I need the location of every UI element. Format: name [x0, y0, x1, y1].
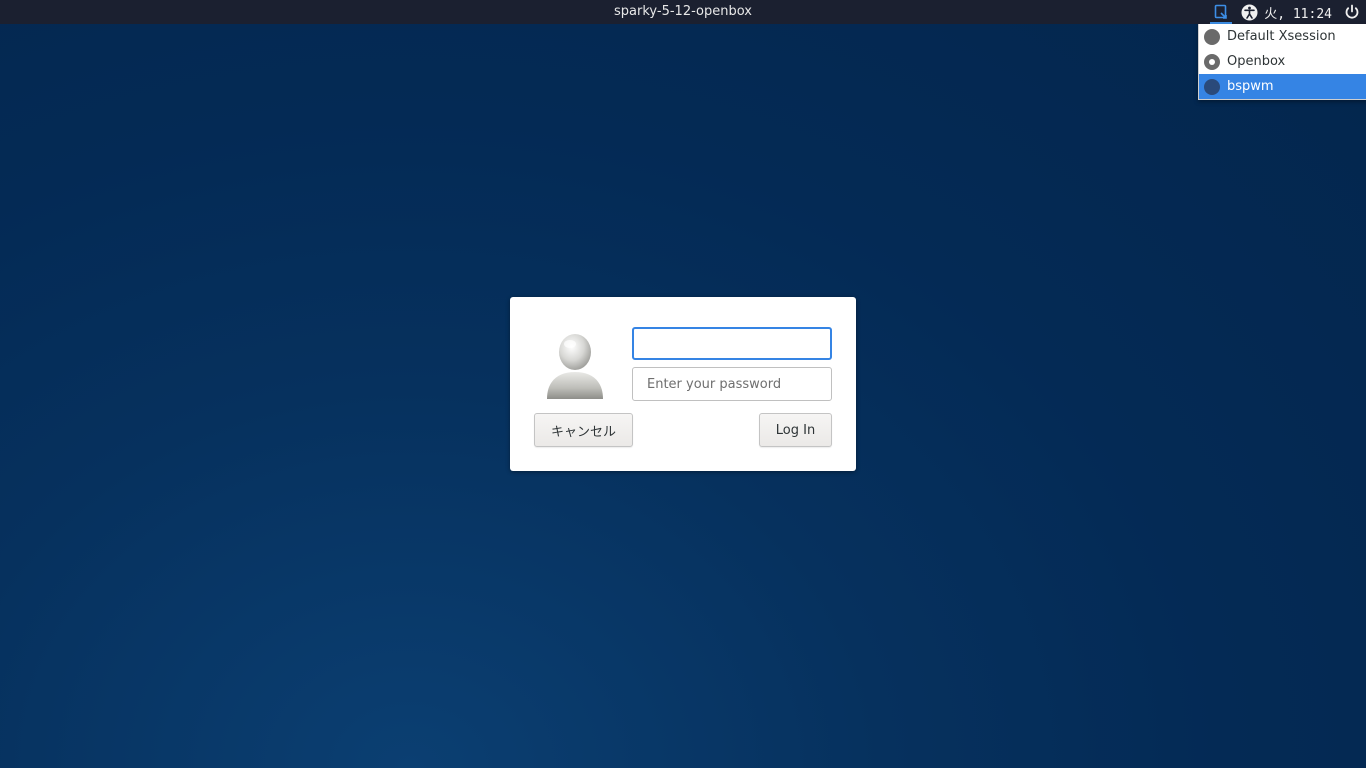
radio-checked-icon: [1204, 53, 1220, 70]
system-tray: 火, 11:24: [1206, 0, 1366, 24]
session-item-label: Openbox: [1227, 54, 1286, 69]
hostname-label: sparky-5-12-openbox: [614, 4, 752, 19]
radio-unchecked-icon: [1204, 78, 1220, 95]
top-panel: sparky-5-12-openbox 火, 11:24: [0, 0, 1366, 24]
session-menu: Default Xsession Openbox bspwm: [1198, 24, 1366, 100]
power-icon[interactable]: [1338, 0, 1366, 24]
password-input[interactable]: [632, 367, 832, 401]
cancel-button[interactable]: キャンセル: [534, 413, 633, 447]
radio-unchecked-icon: [1204, 28, 1220, 45]
clock[interactable]: 火, 11:24: [1262, 0, 1338, 24]
login-button[interactable]: Log In: [759, 413, 832, 447]
session-item-bspwm[interactable]: bspwm: [1199, 74, 1366, 99]
session-icon[interactable]: [1206, 0, 1236, 24]
login-dialog: キャンセル Log In: [510, 297, 856, 471]
user-avatar-icon: [544, 329, 606, 401]
session-item-default-xsession[interactable]: Default Xsession: [1199, 24, 1366, 49]
accessibility-icon[interactable]: [1236, 0, 1262, 24]
session-item-label: bspwm: [1227, 79, 1274, 94]
username-input[interactable]: [632, 327, 832, 360]
session-item-openbox[interactable]: Openbox: [1199, 49, 1366, 74]
session-item-label: Default Xsession: [1227, 29, 1336, 44]
